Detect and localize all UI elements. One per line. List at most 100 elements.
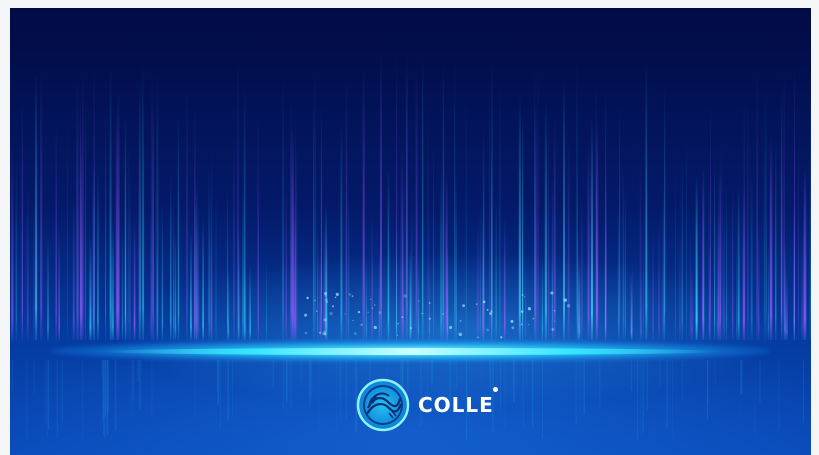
light-ray-reflection: [522, 360, 524, 427]
light-ray: [161, 203, 163, 340]
light-ray-reflection: [61, 360, 63, 423]
sparkle: [403, 294, 407, 298]
light-ray-reflection: [740, 360, 743, 394]
light-ray: [33, 176, 35, 340]
light-ray: [121, 227, 124, 340]
hero-banner: COLLE: [10, 8, 811, 455]
light-ray: [767, 242, 769, 340]
light-ray: [35, 73, 38, 341]
light-ray-reflection: [104, 360, 107, 417]
light-ray: [763, 98, 765, 340]
light-ray: [714, 157, 715, 340]
light-ray: [758, 233, 760, 340]
light-ray: [85, 93, 86, 340]
light-ray: [124, 115, 127, 340]
sparkle: [520, 310, 524, 313]
light-ray: [282, 207, 284, 340]
light-ray: [743, 90, 746, 341]
light-ray: [406, 54, 408, 340]
sparkle: [397, 322, 399, 325]
light-ray: [537, 70, 539, 340]
sparkle: [316, 310, 318, 313]
sparkle: [319, 331, 322, 334]
light-ray: [313, 85, 315, 340]
light-ray: [520, 217, 521, 340]
light-ray: [422, 56, 424, 341]
light-ray-reflection: [513, 360, 515, 402]
light-ray: [285, 181, 287, 340]
light-ray-reflection: [103, 360, 105, 435]
light-ray: [719, 154, 721, 340]
sparkle: [373, 325, 377, 330]
light-ray: [737, 182, 740, 340]
light-ray: [111, 223, 114, 340]
light-ray-reflection: [47, 360, 50, 430]
light-ray: [581, 195, 583, 340]
light-ray-reflection: [532, 360, 534, 427]
sparkle: [396, 334, 399, 336]
light-ray-reflection: [583, 360, 585, 415]
light-ray: [156, 72, 159, 340]
light-ray: [227, 268, 230, 340]
sparkle: [490, 309, 493, 312]
light-ray: [765, 85, 767, 341]
light-ray-reflection: [634, 360, 636, 382]
colle-logo-icon: [356, 378, 410, 432]
light-ray: [152, 102, 154, 341]
light-ray: [317, 227, 319, 340]
light-ray: [747, 101, 749, 340]
light-ray: [731, 186, 734, 340]
light-ray-reflection: [139, 360, 141, 410]
light-ray: [617, 202, 619, 340]
sparkle: [527, 323, 530, 326]
light-ray: [445, 171, 448, 340]
sparkle: [410, 327, 413, 329]
light-ray: [632, 261, 633, 340]
sparkle: [510, 319, 514, 323]
light-ray: [290, 97, 292, 340]
light-ray: [548, 116, 550, 340]
sparkle: [335, 292, 339, 296]
light-ray-reflection: [646, 360, 648, 410]
light-ray: [769, 138, 772, 340]
light-ray-reflection: [11, 360, 14, 391]
light-ray: [387, 167, 390, 340]
sparkle: [550, 291, 554, 295]
light-ray: [495, 197, 497, 340]
light-ray-reflection: [132, 360, 134, 402]
light-ray: [785, 270, 788, 340]
sparkle: [325, 298, 328, 302]
light-ray: [455, 175, 457, 340]
light-ray: [642, 215, 644, 340]
light-ray: [93, 67, 95, 341]
light-ray: [675, 171, 676, 340]
sparkle: [367, 311, 369, 313]
light-ray: [242, 192, 244, 340]
light-ray-reflection: [339, 360, 341, 400]
light-ray-reflection: [194, 360, 196, 418]
sparkle: [532, 317, 535, 320]
light-ray: [489, 75, 490, 340]
light-ray: [208, 164, 210, 340]
sparkle: [521, 293, 524, 296]
light-ray: [567, 132, 570, 340]
light-ray: [291, 130, 294, 340]
light-ray-reflection: [575, 360, 577, 424]
sparkle: [304, 313, 308, 317]
light-ray: [794, 68, 795, 341]
light-ray: [378, 240, 380, 340]
sparkle: [482, 300, 486, 304]
light-ray-reflection: [631, 360, 633, 391]
light-ray: [76, 77, 79, 340]
light-ray-reflection: [107, 360, 109, 414]
light-ray: [58, 228, 60, 340]
sparkle: [344, 313, 346, 315]
sparkle: [323, 318, 327, 322]
light-ray-reflection: [639, 360, 641, 436]
light-ray-reflection: [526, 360, 528, 390]
light-ray: [717, 212, 720, 340]
sparkle: [378, 311, 382, 314]
light-ray: [26, 185, 29, 340]
light-ray: [577, 185, 578, 340]
sparkle: [304, 331, 308, 335]
